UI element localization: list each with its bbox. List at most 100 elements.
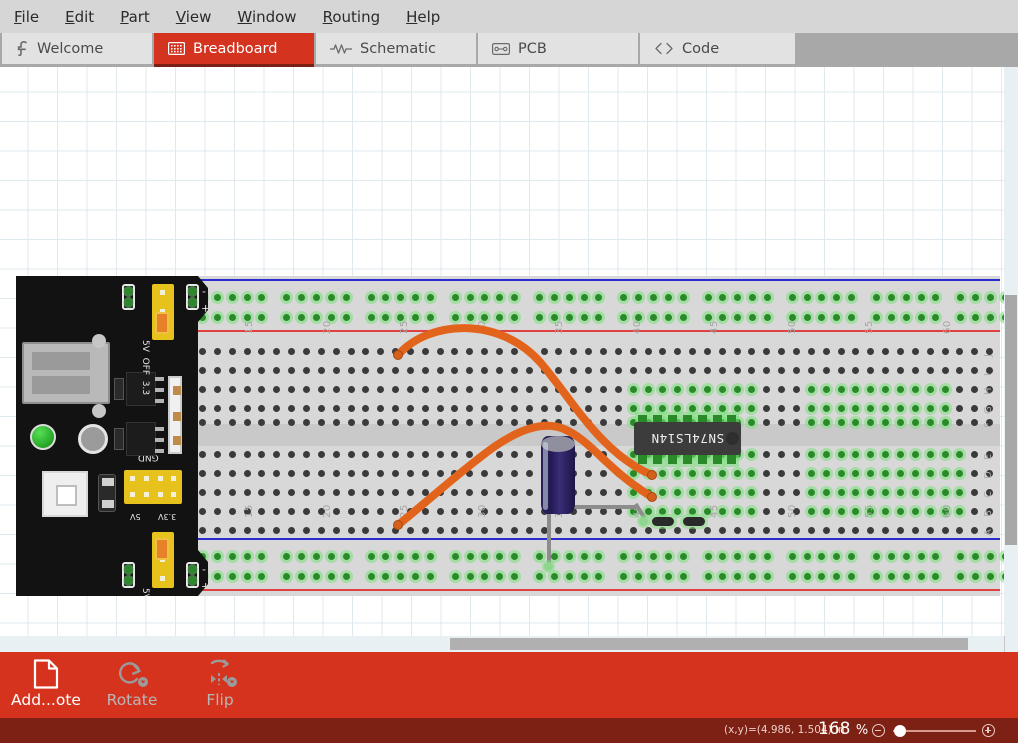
breadboard-hole[interactable] xyxy=(258,508,266,515)
breadboard-hole[interactable] xyxy=(749,294,757,301)
breadboard-hole[interactable] xyxy=(525,508,533,515)
breadboard-hole[interactable] xyxy=(466,527,474,534)
breadboard-hole[interactable] xyxy=(426,553,434,560)
breadboard-hole[interactable] xyxy=(734,573,742,580)
breadboard-hole[interactable] xyxy=(957,314,965,321)
breadboard-hole[interactable] xyxy=(807,470,815,477)
breadboard-hole[interactable] xyxy=(763,553,771,560)
breadboard-hole[interactable] xyxy=(273,367,281,374)
breadboard-hole[interactable] xyxy=(243,419,251,426)
breadboard-hole[interactable] xyxy=(228,314,236,321)
breadboard-hole[interactable] xyxy=(867,348,875,355)
breadboard-hole[interactable] xyxy=(629,489,637,496)
breadboard-hole[interactable] xyxy=(510,386,518,393)
breadboard-hole[interactable] xyxy=(911,405,919,412)
breadboard-hole[interactable] xyxy=(421,470,429,477)
breadboard-hole[interactable] xyxy=(302,348,310,355)
breadboard-hole[interactable] xyxy=(635,573,643,580)
breadboard-hole[interactable] xyxy=(342,294,350,301)
breadboard-hole[interactable] xyxy=(258,573,266,580)
breadboard-hole[interactable] xyxy=(570,405,578,412)
breadboard-hole[interactable] xyxy=(718,489,726,496)
breadboard-hole[interactable] xyxy=(367,573,375,580)
breadboard-hole[interactable] xyxy=(347,508,355,515)
breadboard-hole[interactable] xyxy=(317,451,325,458)
power-connector-left-top[interactable] xyxy=(122,284,135,310)
breadboard-hole[interactable] xyxy=(803,314,811,321)
breadboard-hole[interactable] xyxy=(595,314,603,321)
breadboard-hole[interactable] xyxy=(649,553,657,560)
breadboard-hole[interactable] xyxy=(511,294,519,301)
breadboard-hole[interactable] xyxy=(748,451,756,458)
breadboard-hole[interactable] xyxy=(932,294,940,301)
breadboard-hole[interactable] xyxy=(659,386,667,393)
breadboard-hole[interactable] xyxy=(679,553,687,560)
breadboard-hole[interactable] xyxy=(510,419,518,426)
breadboard-hole[interactable] xyxy=(496,527,503,534)
breadboard-hole[interactable] xyxy=(213,314,221,321)
breadboard-hole[interactable] xyxy=(882,451,890,458)
breadboard-hole[interactable] xyxy=(788,294,796,301)
breadboard-hole[interactable] xyxy=(362,527,370,534)
power-switch[interactable] xyxy=(42,471,88,517)
breadboard-hole[interactable] xyxy=(748,508,756,515)
ic-pin[interactable] xyxy=(727,455,737,464)
breadboard-hole[interactable] xyxy=(972,573,980,580)
breadboard-hole[interactable] xyxy=(911,367,919,374)
breadboard-hole[interactable] xyxy=(258,367,266,374)
breadboard-hole[interactable] xyxy=(302,489,310,496)
breadboard-hole[interactable] xyxy=(565,314,573,321)
breadboard-hole[interactable] xyxy=(971,367,979,374)
breadboard-hole[interactable] xyxy=(406,489,414,496)
breadboard-hole[interactable] xyxy=(659,527,667,534)
breadboard-hole[interactable] xyxy=(199,451,206,458)
rotate-button[interactable]: Rotate xyxy=(86,658,178,714)
breadboard-hole[interactable] xyxy=(436,405,444,412)
breadboard-hole[interactable] xyxy=(917,573,925,580)
breadboard-hole[interactable] xyxy=(833,294,841,301)
breadboard-hole[interactable] xyxy=(818,294,826,301)
breadboard-hole[interactable] xyxy=(199,508,206,515)
breadboard-hole[interactable] xyxy=(362,367,370,374)
breadboard-hole[interactable] xyxy=(421,419,429,426)
breadboard-hole[interactable] xyxy=(803,294,811,301)
breadboard-hole[interactable] xyxy=(555,527,563,534)
breadboard-hole[interactable] xyxy=(377,508,385,515)
breadboard-hole[interactable] xyxy=(555,405,563,412)
breadboard-hole[interactable] xyxy=(664,314,672,321)
breadboard-hole[interactable] xyxy=(258,386,266,393)
breadboard-hole[interactable] xyxy=(956,508,964,515)
breadboard-hole[interactable] xyxy=(917,314,925,321)
breadboard-hole[interactable] xyxy=(580,294,588,301)
breadboard-hole[interactable] xyxy=(525,405,533,412)
breadboard-hole[interactable] xyxy=(917,553,925,560)
breadboard-hole[interactable] xyxy=(778,348,786,355)
breadboard-hole[interactable] xyxy=(986,573,994,580)
breadboard-hole[interactable] xyxy=(887,314,895,321)
breadboard-hole[interactable] xyxy=(718,405,726,412)
breadboard-hole[interactable] xyxy=(273,405,281,412)
breadboard-hole[interactable] xyxy=(585,508,593,515)
breadboard-hole[interactable] xyxy=(451,573,459,580)
breadboard-hole[interactable] xyxy=(312,573,320,580)
breadboard-hole[interactable] xyxy=(807,451,815,458)
breadboard-hole[interactable] xyxy=(837,508,845,515)
breadboard-hole[interactable] xyxy=(283,294,291,301)
breadboard-hole[interactable] xyxy=(748,489,756,496)
breadboard-hole[interactable] xyxy=(382,314,390,321)
breadboard-hole[interactable] xyxy=(199,367,206,374)
breadboard-hole[interactable] xyxy=(243,294,251,301)
breadboard-hole[interactable] xyxy=(763,470,771,477)
breadboard-hole[interactable] xyxy=(848,294,856,301)
breadboard-hole[interactable] xyxy=(778,527,786,534)
breadboard-hole[interactable] xyxy=(911,419,919,426)
breadboard-hole[interactable] xyxy=(674,489,682,496)
breadboard-hole[interactable] xyxy=(243,451,251,458)
breadboard-hole[interactable] xyxy=(228,553,236,560)
breadboard-hole[interactable] xyxy=(392,386,400,393)
breadboard-hole[interactable] xyxy=(788,553,796,560)
breadboard-hole[interactable] xyxy=(837,348,845,355)
breadboard-hole[interactable] xyxy=(748,527,756,534)
breadboard-hole[interactable] xyxy=(302,508,310,515)
breadboard-hole[interactable] xyxy=(397,294,405,301)
